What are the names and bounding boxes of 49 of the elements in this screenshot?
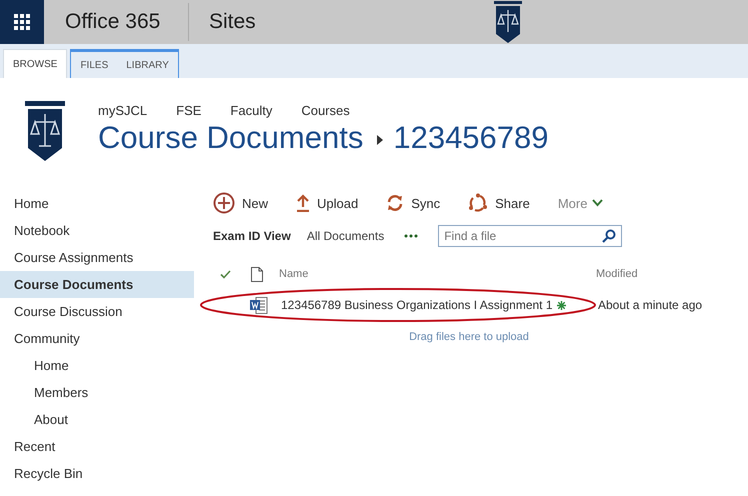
breadcrumb-link[interactable]: mySJCL xyxy=(98,103,148,118)
nav-item[interactable]: Course Assignments xyxy=(0,244,194,271)
app-name[interactable]: Office 365 xyxy=(65,10,167,34)
ribbon-tab[interactable]: FILES xyxy=(70,49,118,78)
breadcrumb-link[interactable]: FSE xyxy=(176,103,202,118)
upload-icon xyxy=(296,194,310,212)
ribbon-tab[interactable]: LIBRARY xyxy=(117,49,179,78)
nav-item[interactable]: Members xyxy=(0,379,194,406)
search-field[interactable]: Find a file xyxy=(438,225,622,247)
ribbon-tab[interactable]: BROWSE xyxy=(3,49,68,78)
command-button[interactable]: More xyxy=(558,196,604,210)
view-tab[interactable]: Exam ID View xyxy=(213,229,291,243)
column-header[interactable]: Name xyxy=(279,268,596,280)
nav-item[interactable]: Recent xyxy=(0,433,194,460)
library-title[interactable]: Course Documents xyxy=(98,120,364,156)
view-tab[interactable]: All Documents xyxy=(306,229,384,243)
shield-logo-icon xyxy=(493,0,523,44)
command-button[interactable]: Share xyxy=(468,193,530,213)
shield-logo-icon xyxy=(24,100,66,162)
caret-icon xyxy=(377,135,384,145)
app-launcher-button[interactable] xyxy=(0,0,44,44)
share-icon xyxy=(468,193,488,213)
chevron-down-icon xyxy=(592,199,604,207)
command-button[interactable]: Upload xyxy=(296,194,358,212)
nav-item[interactable]: Course Documents xyxy=(0,271,194,298)
word-document-icon xyxy=(250,296,268,314)
nav-item[interactable]: Community xyxy=(0,325,194,352)
grid-icon xyxy=(13,13,31,31)
folder-title: 123456789 xyxy=(393,120,549,156)
command-button[interactable]: Sync xyxy=(386,194,440,212)
breadcrumb-link[interactable]: Faculty xyxy=(230,103,272,118)
sync-icon xyxy=(386,194,404,212)
plus-circle-icon xyxy=(213,192,235,214)
document-icon xyxy=(251,266,263,282)
checkmark-icon[interactable] xyxy=(220,270,231,278)
nav-item[interactable]: About xyxy=(0,406,194,433)
nav-item[interactable]: Notebook xyxy=(0,217,194,244)
nav-item[interactable]: Home xyxy=(0,352,194,379)
nav-item[interactable]: Course Discussion xyxy=(0,298,194,325)
search-icon xyxy=(602,229,616,243)
column-header[interactable]: Modified xyxy=(596,268,638,280)
modified-cell: About a minute ago xyxy=(598,298,702,312)
section-name[interactable]: Sites xyxy=(209,10,256,34)
ellipsis-icon[interactable] xyxy=(404,234,418,238)
nav-item[interactable]: Home xyxy=(0,190,194,217)
drop-hint: Drag files here to upload xyxy=(408,331,530,343)
nav-item[interactable]: Recycle Bin xyxy=(0,460,194,487)
command-button[interactable]: New xyxy=(213,192,268,214)
breadcrumb-link[interactable]: Courses xyxy=(301,103,350,118)
